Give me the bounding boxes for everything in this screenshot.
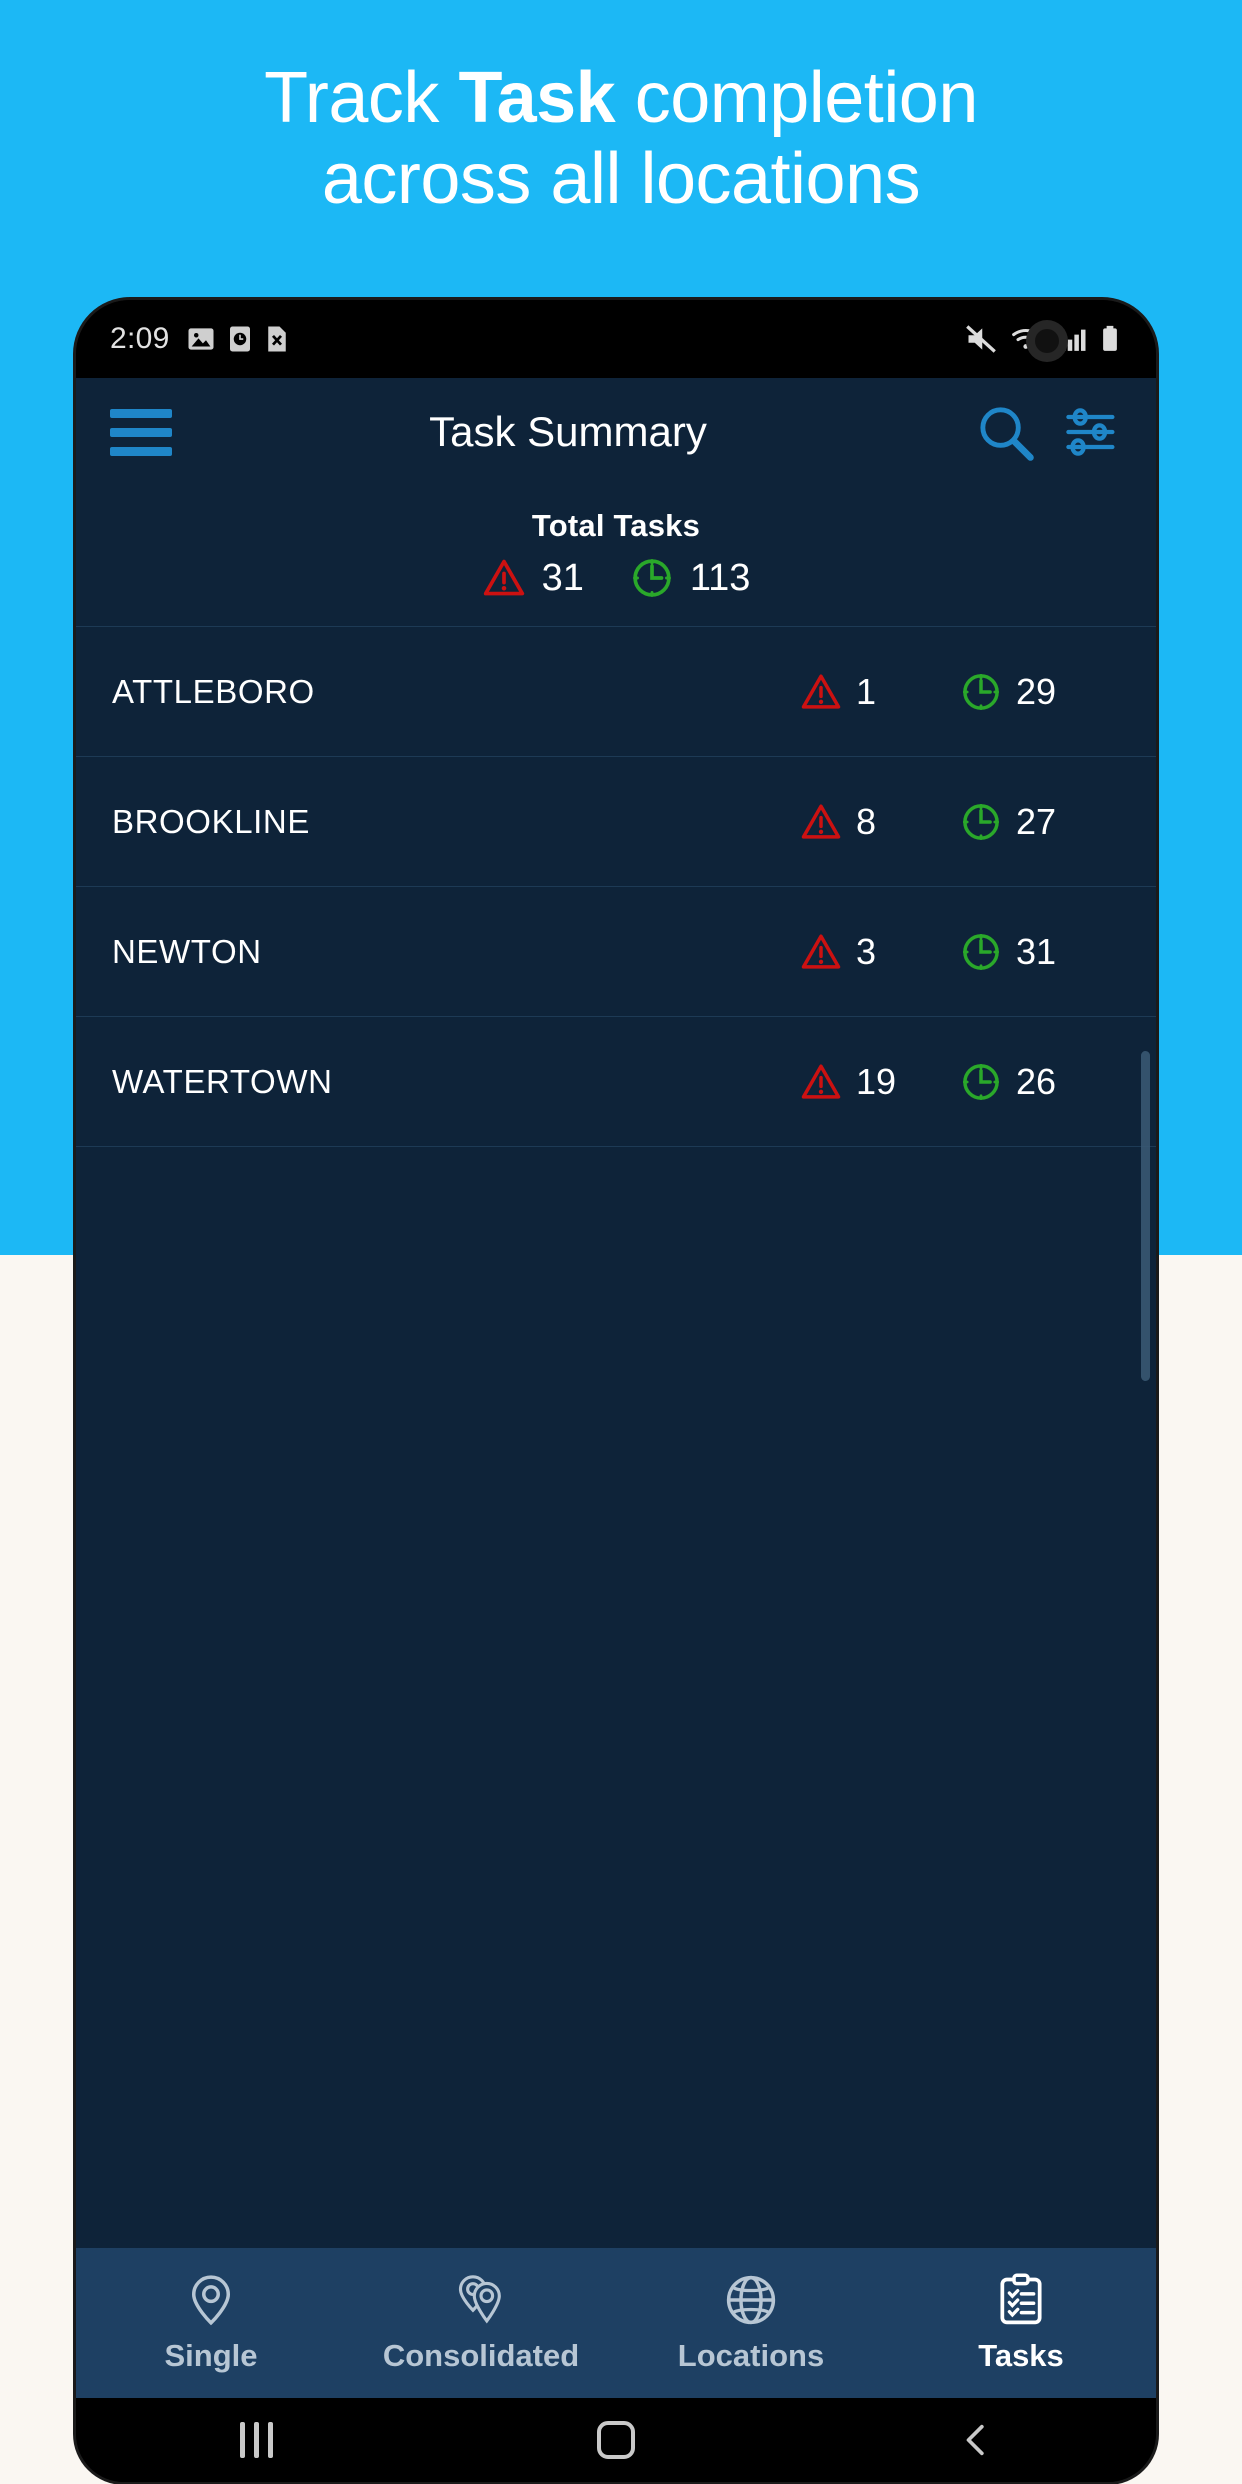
overdue-metric: 1 bbox=[800, 671, 960, 713]
overdue-value: 19 bbox=[856, 1060, 897, 1102]
location-name: NEWTON bbox=[112, 932, 262, 970]
warning-triangle-icon bbox=[801, 934, 841, 969]
android-navigation-bar bbox=[76, 2398, 1156, 2482]
nav-item-consolidated[interactable]: Consolidated bbox=[346, 2272, 616, 2374]
table-row[interactable]: NEWTON 3 31 bbox=[76, 887, 1156, 1017]
overdue-value: 8 bbox=[856, 800, 877, 842]
mute-icon bbox=[966, 325, 996, 353]
row-metrics: 19 26 bbox=[800, 1061, 1120, 1103]
front-camera-punch-hole bbox=[1026, 320, 1068, 362]
globe-icon bbox=[726, 2275, 776, 2325]
nav-item-locations[interactable]: Locations bbox=[616, 2272, 886, 2374]
overdue-value: 3 bbox=[856, 930, 877, 972]
app-bar-actions bbox=[974, 401, 1122, 463]
overdue-metric: 19 bbox=[800, 1061, 960, 1103]
nav-item-single[interactable]: Single bbox=[76, 2272, 346, 2374]
app-bar: Task Summary bbox=[76, 378, 1156, 486]
android-status-bar: 2:09 bbox=[76, 300, 1156, 378]
pending-metric: 29 bbox=[960, 671, 1120, 713]
clock-icon bbox=[962, 673, 1000, 710]
row-metrics: 1 29 bbox=[800, 671, 1120, 713]
recent-apps-icon bbox=[239, 2422, 273, 2458]
double-map-pin-icon bbox=[458, 2275, 501, 2324]
overdue-metric: 3 bbox=[800, 931, 960, 973]
table-row[interactable]: ATTLEBORO 1 29 bbox=[76, 627, 1156, 757]
nav-label: Consolidated bbox=[382, 2338, 580, 2373]
nav-label: Locations bbox=[677, 2338, 825, 2373]
totals-title: Total Tasks bbox=[531, 508, 701, 543]
phone-device-frame: 2:09 Task Summary Total Tasks 31 113 ATT… bbox=[76, 300, 1156, 2482]
totals-metrics: 31 113 bbox=[76, 556, 1156, 600]
row-metrics: 8 27 bbox=[800, 801, 1120, 843]
bottom-navigation: Single Consolidated Locations Tasks bbox=[76, 2248, 1156, 2398]
location-list: ATTLEBORO 1 29 BROOKLINE 8 27 NEWTON 3 3… bbox=[76, 627, 1156, 2248]
home-button[interactable] bbox=[436, 2421, 796, 2459]
status-time: 2:09 bbox=[110, 322, 170, 355]
pending-value: 27 bbox=[1016, 800, 1057, 842]
row-metrics: 3 31 bbox=[800, 931, 1120, 973]
status-notification-icons bbox=[186, 324, 290, 354]
nav-item-tasks[interactable]: Tasks bbox=[886, 2272, 1156, 2374]
promo-line2: across all locations bbox=[321, 138, 921, 219]
pending-value: 29 bbox=[1016, 670, 1057, 712]
clock-icon bbox=[632, 559, 671, 597]
overdue-metric: 8 bbox=[800, 801, 960, 843]
warning-triangle-icon bbox=[801, 804, 841, 839]
list-scrollbar[interactable] bbox=[1141, 1051, 1150, 1381]
map-pin-icon bbox=[191, 2275, 231, 2326]
clock-icon bbox=[962, 1063, 1000, 1100]
back-chevron-icon bbox=[966, 2424, 984, 2456]
clock-file-icon bbox=[229, 326, 250, 352]
image-icon bbox=[188, 328, 214, 350]
search-icon[interactable] bbox=[974, 401, 1036, 463]
total-overdue-value: 31 bbox=[541, 556, 584, 599]
total-pending-metric: 113 bbox=[630, 556, 751, 600]
clipboard-check-icon bbox=[1000, 2273, 1042, 2325]
pending-metric: 31 bbox=[960, 931, 1120, 973]
pending-value: 26 bbox=[1016, 1060, 1057, 1102]
home-icon bbox=[597, 2421, 635, 2459]
nav-label: Single bbox=[164, 2338, 258, 2373]
location-name: ATTLEBORO bbox=[112, 672, 315, 710]
warning-triangle-icon bbox=[483, 559, 524, 596]
promo-headline: Track Task completion across all locatio… bbox=[0, 58, 1242, 219]
clock-icon bbox=[962, 933, 1000, 970]
x-file-icon bbox=[267, 326, 286, 352]
promo-line1-pre: Track bbox=[264, 58, 459, 138]
pending-metric: 26 bbox=[960, 1061, 1120, 1103]
back-button[interactable] bbox=[796, 2420, 1156, 2460]
promo-line1-bold: Task bbox=[458, 58, 616, 138]
location-name: BROOKLINE bbox=[112, 802, 310, 840]
screenshot-root: Track Task completion across all locatio… bbox=[0, 0, 1242, 2484]
table-row[interactable]: BROOKLINE 8 27 bbox=[76, 757, 1156, 887]
pending-value: 31 bbox=[1016, 930, 1057, 972]
totals-summary: Total Tasks 31 113 bbox=[76, 486, 1156, 627]
recent-apps-button[interactable] bbox=[76, 2422, 436, 2458]
nav-label: Tasks bbox=[978, 2338, 1064, 2373]
table-row[interactable]: WATERTOWN 19 26 bbox=[76, 1017, 1156, 1147]
overdue-value: 1 bbox=[856, 670, 877, 712]
warning-triangle-icon bbox=[801, 1064, 841, 1099]
location-name: WATERTOWN bbox=[112, 1062, 333, 1100]
total-pending-value: 113 bbox=[689, 556, 751, 599]
warning-triangle-icon bbox=[801, 674, 841, 709]
promo-line1-post: completion bbox=[615, 58, 979, 138]
page-title: Task Summary bbox=[429, 408, 707, 455]
pending-metric: 27 bbox=[960, 801, 1120, 843]
app-screen: Task Summary Total Tasks 31 113 ATTLEBOR… bbox=[76, 378, 1156, 2398]
clock-icon bbox=[962, 803, 1000, 840]
total-overdue-metric: 31 bbox=[482, 556, 584, 600]
filter-sliders-icon[interactable] bbox=[1062, 402, 1122, 462]
battery-icon bbox=[1103, 325, 1117, 351]
